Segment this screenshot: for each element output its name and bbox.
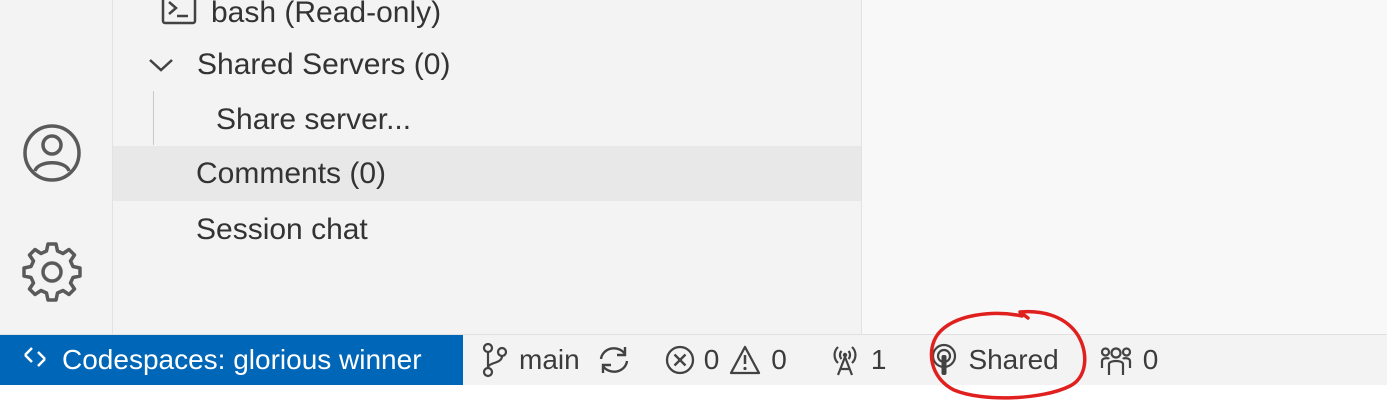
ports-count: 1 (870, 344, 887, 375)
sidebar-tree: bash (Read-only) Shared Servers (0) Shar… (113, 0, 862, 334)
tree-item-label: Comments (0) (196, 156, 387, 190)
status-bar: Codespaces: glorious winner main 0 0 1 S… (0, 334, 1387, 385)
remote-icon (22, 344, 48, 377)
tree-item-shared-servers[interactable]: Shared Servers (0) (113, 37, 861, 92)
broadcast-antenna-icon (829, 343, 861, 377)
tree-item-label: Share server... (216, 102, 412, 136)
remote-indicator[interactable]: Codespaces: glorious winner (0, 335, 463, 385)
participants-count: 0 (1142, 344, 1159, 375)
chevron-down-icon[interactable] (147, 48, 175, 82)
tree-item-label: Shared Servers (0) (197, 47, 451, 81)
warning-count: 0 (771, 344, 787, 375)
account-icon[interactable] (20, 121, 84, 185)
live-share-status[interactable]: Shared (930, 335, 1059, 385)
editor-area (862, 0, 1387, 334)
ports-status[interactable]: 1 (829, 335, 887, 385)
terminal-icon (161, 0, 197, 33)
page-bottom-margin (0, 385, 1387, 405)
settings-gear-icon[interactable] (20, 240, 84, 304)
remote-label: Codespaces: glorious winner (62, 344, 422, 375)
error-icon (664, 344, 696, 376)
sync-icon (596, 344, 632, 376)
warning-icon (729, 345, 761, 375)
people-icon (1099, 343, 1133, 377)
participants-status[interactable]: 0 (1099, 335, 1159, 385)
tree-item-bash-terminal[interactable]: bash (Read-only) (113, 0, 861, 40)
branch-status[interactable]: main (481, 335, 580, 385)
problems-status[interactable]: 0 0 (664, 335, 787, 385)
git-branch-icon (481, 342, 509, 378)
branch-name: main (519, 344, 580, 375)
live-share-broadcast-icon (930, 343, 958, 377)
tree-item-session-chat[interactable]: Session chat (113, 202, 861, 257)
tree-item-label: bash (Read-only) (211, 0, 442, 29)
tree-item-share-server[interactable]: Share server... (113, 92, 861, 147)
activity-bar (0, 0, 113, 334)
sync-button[interactable] (596, 335, 632, 385)
error-count: 0 (703, 344, 720, 375)
tree-item-comments[interactable]: Comments (0) (113, 146, 861, 201)
live-share-label: Shared (968, 344, 1059, 375)
tree-item-label: Session chat (196, 212, 368, 246)
